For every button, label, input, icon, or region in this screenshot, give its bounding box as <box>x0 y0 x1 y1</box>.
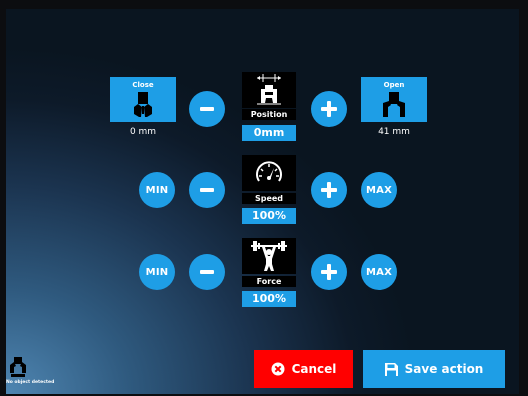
speed-increase-button[interactable] <box>311 172 347 208</box>
force-icon-box <box>242 238 296 274</box>
speed-decrease-button[interactable] <box>189 172 225 208</box>
speed-value: 100% <box>242 208 296 224</box>
plus-icon <box>321 264 337 280</box>
floppy-disk-icon <box>384 362 398 376</box>
speedometer-icon <box>256 161 282 182</box>
force-decrease-button[interactable] <box>189 254 225 290</box>
position-icon-box <box>242 72 296 108</box>
status-text: No object detected <box>6 380 55 385</box>
gripper-control-panel: Close 0 mm Position 0mm Open 41 mm MIN S… <box>6 9 519 394</box>
save-action-label: Save action <box>404 362 484 376</box>
gripper-closed-icon <box>134 92 152 117</box>
position-min-value: 0 mm <box>129 127 157 137</box>
x-circle-icon <box>271 362 285 376</box>
speed-max-button[interactable]: MAX <box>361 172 397 208</box>
speed-min-button[interactable]: MIN <box>139 172 175 208</box>
force-increase-button[interactable] <box>311 254 347 290</box>
gripper-status <box>9 356 27 382</box>
save-action-button[interactable]: Save action <box>363 350 505 388</box>
cancel-button[interactable]: Cancel <box>254 350 353 388</box>
position-label: Position <box>242 109 296 120</box>
plus-icon <box>321 101 337 117</box>
gripper-status-icon <box>10 357 26 377</box>
minus-icon <box>200 107 214 111</box>
speed-label: Speed <box>242 193 296 204</box>
position-max-value: 41 mm <box>378 127 410 137</box>
position-decrease-button[interactable] <box>189 91 225 127</box>
plus-icon <box>321 182 337 198</box>
speed-icon-box <box>242 155 296 191</box>
close-label: Close <box>132 81 154 89</box>
force-label: Force <box>242 276 296 287</box>
gripper-width-icon <box>257 74 281 105</box>
position-increase-button[interactable] <box>311 91 347 127</box>
open-gripper-button[interactable]: Open <box>361 77 427 122</box>
close-gripper-button[interactable]: Close <box>110 77 176 122</box>
minus-icon <box>200 270 214 274</box>
cancel-label: Cancel <box>291 362 337 376</box>
position-value: 0mm <box>242 125 296 141</box>
force-value: 100% <box>242 291 296 307</box>
open-label: Open <box>383 81 405 89</box>
gripper-open-icon <box>383 92 405 117</box>
minus-icon <box>200 188 214 192</box>
force-max-button[interactable]: MAX <box>361 254 397 290</box>
force-min-button[interactable]: MIN <box>139 254 175 290</box>
weightlifter-icon <box>251 241 287 271</box>
